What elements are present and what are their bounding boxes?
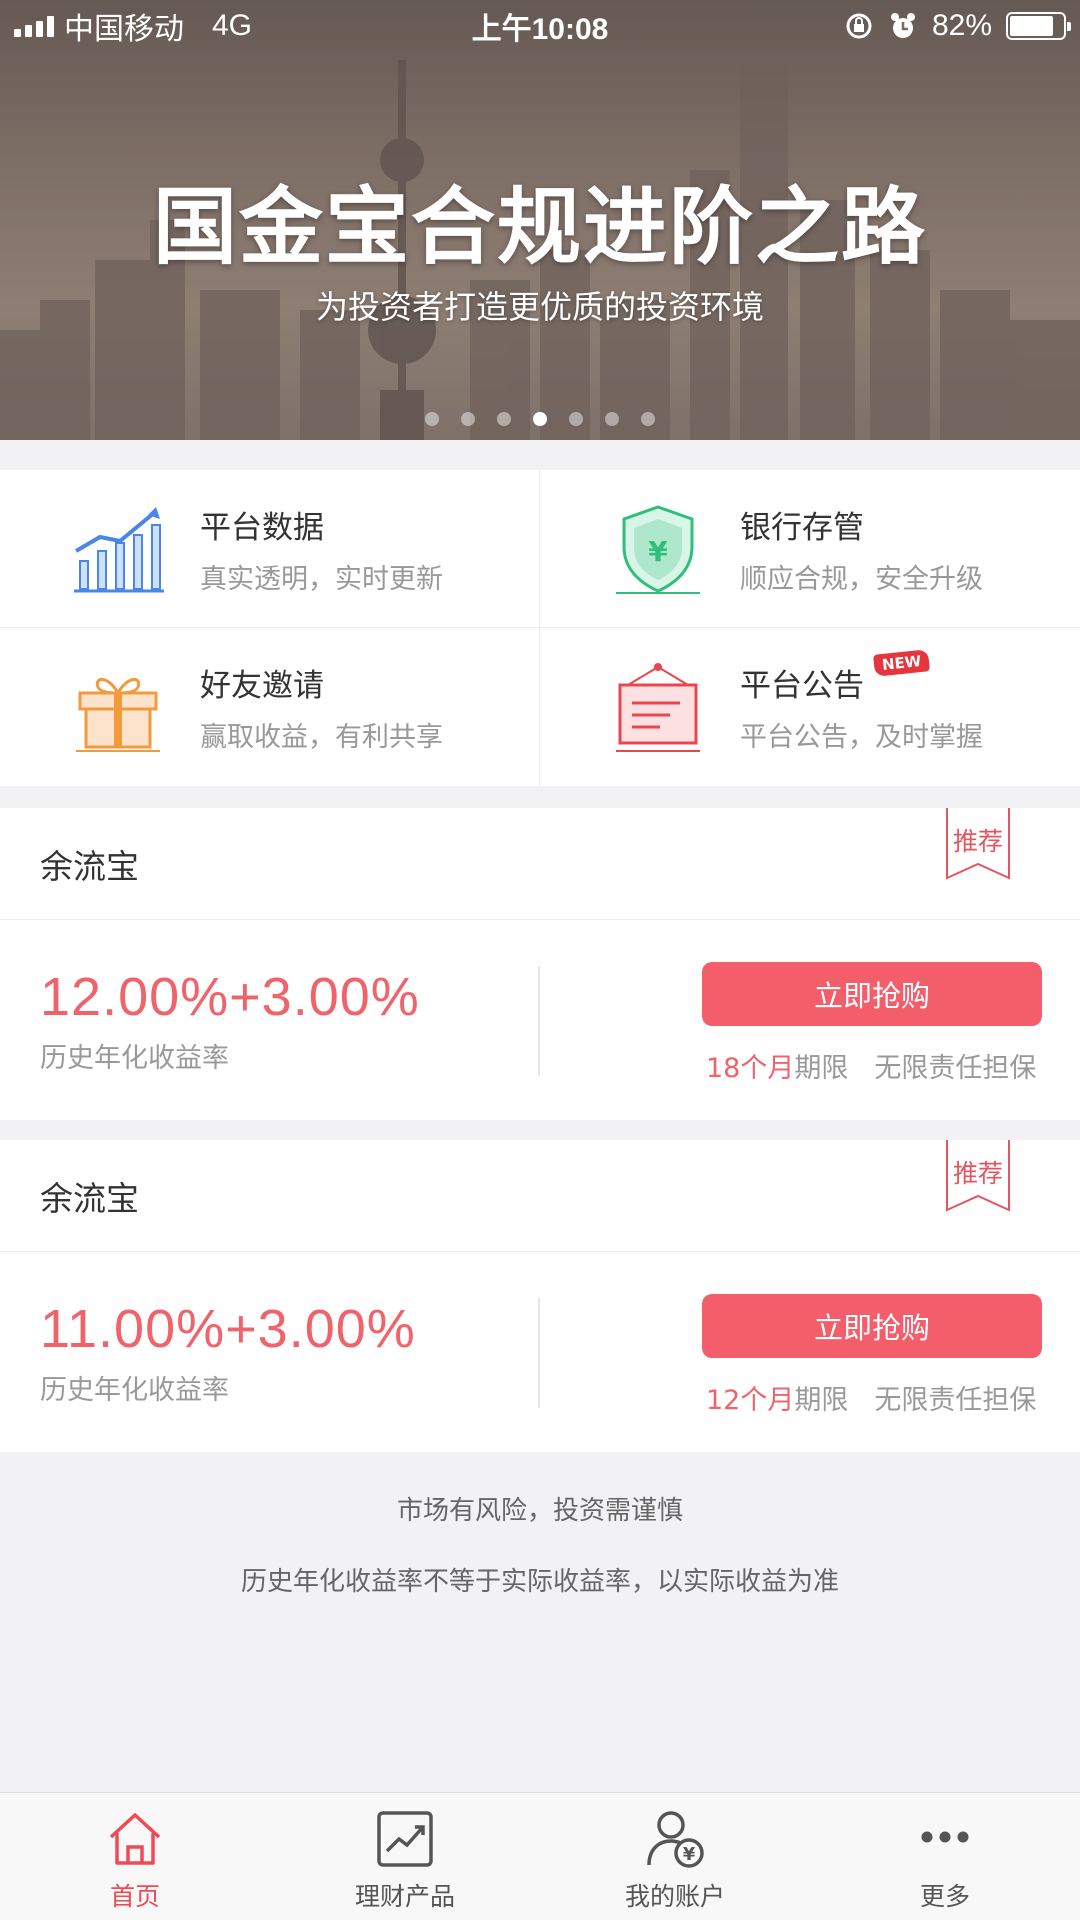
- product-name: 余流宝: [40, 1178, 139, 1218]
- rate-value: 12.00%+3.00%: [40, 966, 420, 1027]
- feature-title: 好友邀请: [200, 668, 324, 704]
- feature-desc: 真实透明，实时更新: [200, 563, 443, 595]
- carousel-dot[interactable]: [497, 412, 511, 426]
- term-suffix: 期限: [794, 1385, 849, 1416]
- disclaimer-line: 市场有风险，投资需谨慎: [396, 1496, 683, 1526]
- chart-frame-icon: [377, 1811, 433, 1867]
- recommend-tag: 推荐: [952, 827, 1003, 856]
- tab-more[interactable]: 更多: [810, 1793, 1080, 1920]
- status-bar: 中国移动 4G 上午10:08 82%: [0, 0, 1080, 52]
- feature-announcements[interactable]: 平台公告 NEW 平台公告，及时掌握: [540, 628, 1080, 786]
- bottom-tab-bar: 首页 理财产品 ¥ 我的账户 更多: [0, 1792, 1080, 1920]
- battery-icon: [1006, 12, 1071, 40]
- term-info: 18个月期限 无限责任担保: [706, 1046, 1036, 1085]
- tab-home[interactable]: 首页: [0, 1793, 270, 1920]
- product-card[interactable]: 余流宝 推荐 11.00%+3.00% 历史年化收益率 立即抢购 12个月期限无…: [0, 1140, 1080, 1452]
- chart-up-icon: [74, 506, 164, 592]
- alarm-icon: [890, 13, 915, 38]
- feature-invite-friends[interactable]: 好友邀请 赢取收益，有利共享: [0, 628, 540, 786]
- carousel-dots[interactable]: [0, 412, 1080, 426]
- term-suffix: 期限: [794, 1053, 849, 1084]
- carousel-dot[interactable]: [533, 412, 547, 426]
- tab-products[interactable]: 理财产品: [270, 1793, 540, 1920]
- carrier-name: 中国移动: [64, 13, 184, 46]
- home-icon: [109, 1813, 161, 1865]
- carousel-dot[interactable]: [605, 412, 619, 426]
- tab-label: 更多: [919, 1882, 970, 1911]
- tab-label: 理财产品: [354, 1882, 455, 1911]
- rate-value: 11.00%+3.00%: [40, 1298, 416, 1359]
- svg-text:¥: ¥: [648, 535, 668, 568]
- banner-subtitle: 为投资者打造更优质的投资环境: [315, 288, 764, 326]
- network-type: 4G: [212, 9, 253, 42]
- disclaimer-line: 历史年化收益率不等于实际收益率，以实际收益为准: [240, 1567, 839, 1597]
- battery-percent: 82%: [931, 9, 992, 42]
- user-yen-icon: ¥: [647, 1811, 704, 1868]
- rate-label: 历史年化收益率: [40, 1042, 229, 1074]
- feature-bank-custody[interactable]: ¥ 银行存管 顺应合规，安全升级: [540, 470, 1080, 628]
- carousel-dot[interactable]: [569, 412, 583, 426]
- banner-title: 国金宝合规进阶之路: [152, 178, 927, 276]
- feature-desc: 平台公告，及时掌握: [740, 722, 983, 753]
- new-badge: NEW: [873, 648, 931, 677]
- term-info: 12个月期限 无限责任担保: [706, 1378, 1036, 1417]
- feature-title-row: 平台公告 NEW: [740, 648, 983, 705]
- product-card[interactable]: 余流宝 推荐 12.00%+3.00% 历史年化收益率 立即抢购 18个月期限无…: [0, 808, 1080, 1120]
- rate-label: 历史年化收益率: [40, 1374, 229, 1406]
- svg-text:¥: ¥: [683, 1844, 696, 1865]
- risk-disclaimer: 市场有风险，投资需谨慎 历史年化收益率不等于实际收益率，以实际收益为准: [0, 1490, 1080, 1632]
- feature-title: 平台数据: [200, 509, 324, 546]
- term-months: 12个月: [706, 1385, 795, 1416]
- signal-icon: [14, 15, 54, 37]
- feature-title: 银行存管: [740, 509, 864, 546]
- feature-title: 平台公告: [740, 668, 864, 704]
- carousel-dot[interactable]: [425, 412, 439, 426]
- more-dots-icon: [921, 1831, 969, 1843]
- gift-icon: [76, 678, 160, 752]
- shield-yen-icon: ¥: [616, 504, 700, 594]
- tab-account[interactable]: ¥ 我的账户: [540, 1793, 810, 1920]
- carousel-dot[interactable]: [641, 412, 655, 426]
- product-name: 余流宝: [40, 846, 139, 886]
- carousel-dot[interactable]: [461, 412, 475, 426]
- feature-grid: 平台数据 真实透明，实时更新 ¥ 银行存管 顺应合规，安全升级 好友邀请 赢取收…: [0, 470, 1080, 786]
- term-months: 18个月: [706, 1053, 795, 1084]
- feature-desc: 顺应合规，安全升级: [740, 563, 983, 595]
- notice-board-icon: [616, 663, 700, 752]
- rotation-lock-icon: [846, 13, 872, 39]
- feature-platform-data[interactable]: 平台数据 真实透明，实时更新: [0, 470, 540, 628]
- clock: 上午10:08: [471, 13, 609, 46]
- tab-label: 我的账户: [624, 1882, 725, 1911]
- guarantee-text: 无限责任担保: [874, 1385, 1037, 1416]
- recommend-tag: 推荐: [952, 1159, 1003, 1188]
- buy-now-button[interactable]: 立即抢购: [702, 962, 1042, 1026]
- hero-banner[interactable]: 国金宝合规进阶之路 为投资者打造更优质的投资环境: [0, 0, 1080, 440]
- buy-now-button[interactable]: 立即抢购: [702, 1294, 1042, 1358]
- tab-label: 首页: [109, 1882, 160, 1911]
- guarantee-text: 无限责任担保: [874, 1053, 1037, 1084]
- feature-desc: 赢取收益，有利共享: [200, 722, 443, 753]
